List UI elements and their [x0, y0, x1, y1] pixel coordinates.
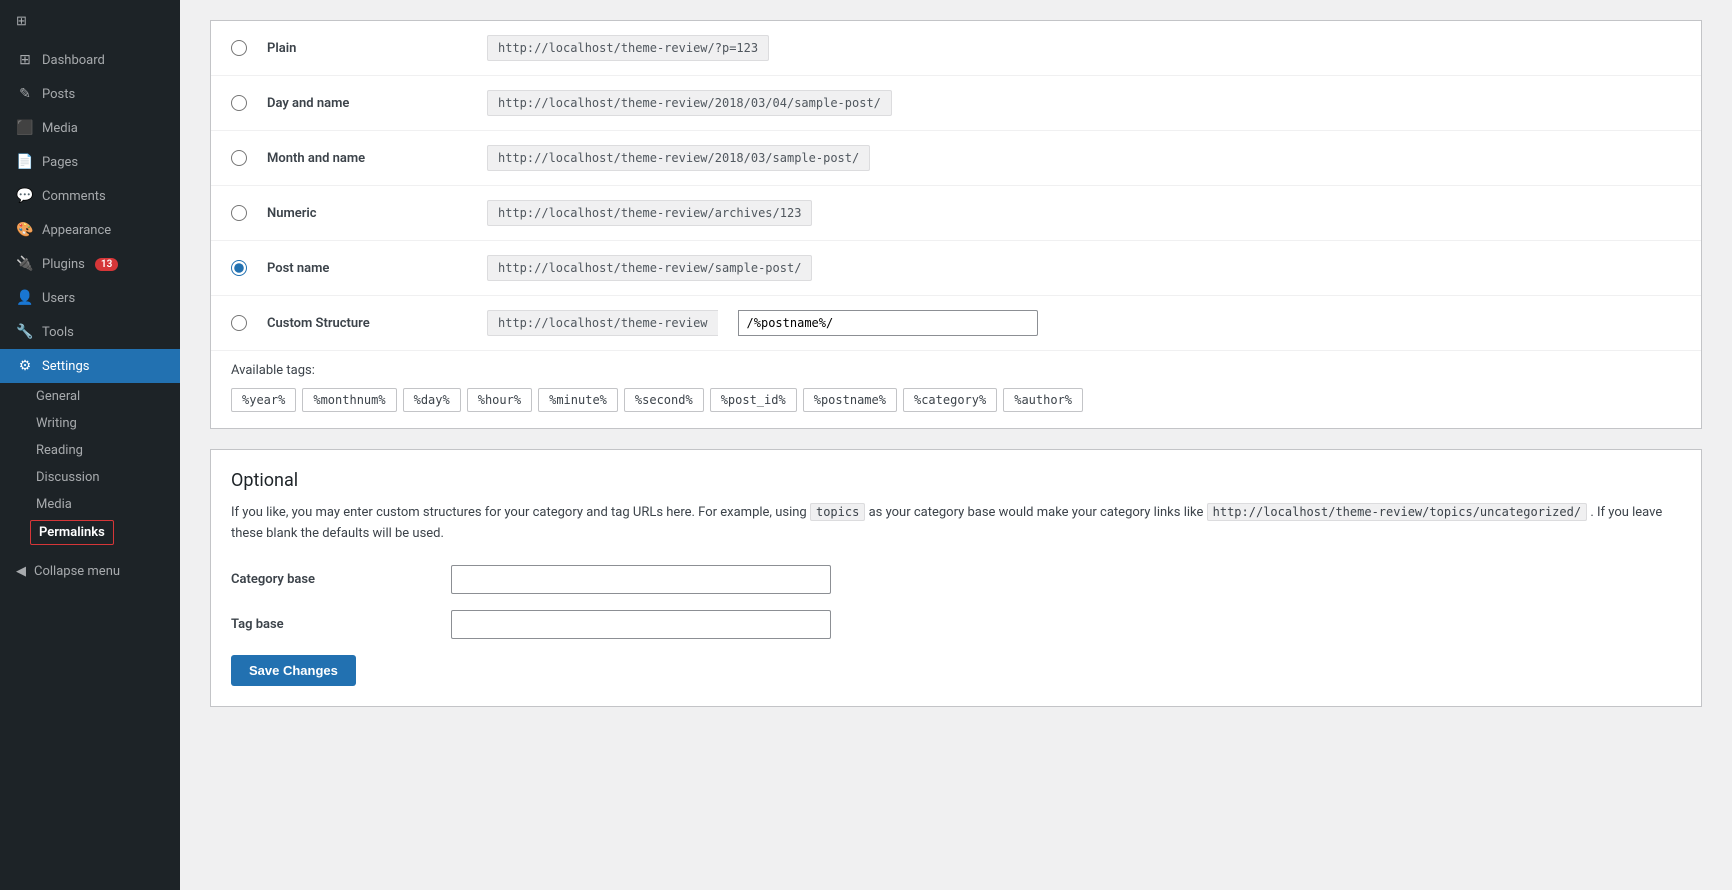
tags-list: %year%%monthnum% %day%%hour%%minute%%seco…	[231, 388, 1681, 412]
tag-base-input[interactable]	[451, 610, 831, 639]
pages-icon: 📄	[16, 154, 34, 170]
permalink-radio-plain[interactable]	[231, 40, 247, 56]
tag-button[interactable]: %category%	[903, 388, 997, 412]
dashboard-icon: ⊞	[16, 52, 34, 68]
permalink-row-plain: Plain http://localhost/theme-review/?p=1…	[211, 21, 1701, 76]
users-icon: 👤	[16, 290, 34, 306]
sidebar-item-label: Comments	[42, 189, 106, 204]
optional-desc-middle: as your category base would make your ca…	[869, 505, 1204, 520]
sidebar-item-label: Posts	[42, 87, 75, 102]
tag-button[interactable]: %minute%	[538, 388, 618, 412]
permalink-label-post-name[interactable]: Post name	[267, 261, 467, 276]
tag-button[interactable]: %post_id%	[710, 388, 797, 412]
settings-icon: ⚙	[16, 358, 34, 374]
sidebar-item-tools[interactable]: 🔧 Tools	[0, 315, 180, 349]
submenu-item-media[interactable]: Media	[0, 491, 180, 518]
collapse-menu-button[interactable]: ◀ Collapse menu	[0, 555, 180, 588]
permalink-row-post-name: Post name http://localhost/theme-review/…	[211, 241, 1701, 296]
posts-icon: ✎	[16, 86, 34, 102]
available-tags-label: Available tags:	[231, 363, 1681, 378]
sidebar-item-users[interactable]: 👤 Users	[0, 281, 180, 315]
sidebar-item-settings[interactable]: ⚙ Settings	[0, 349, 180, 383]
tag-button[interactable]: %second%	[624, 388, 704, 412]
tag-button[interactable]: %monthnum%	[302, 388, 396, 412]
sidebar-item-pages[interactable]: 📄 Pages	[0, 145, 180, 179]
optional-title: Optional	[231, 470, 1681, 491]
sidebar-item-label: Plugins	[42, 257, 85, 272]
sidebar-item-plugins[interactable]: 🔌 Plugins 13	[0, 247, 180, 281]
custom-structure-input[interactable]	[738, 310, 1038, 336]
sidebar-item-comments[interactable]: 💬 Comments	[0, 179, 180, 213]
permalink-url-day-name: http://localhost/theme-review/2018/03/04…	[487, 90, 892, 116]
wp-logo-icon: ⊞	[16, 14, 27, 29]
collapse-menu-label: Collapse menu	[34, 564, 120, 579]
category-base-input[interactable]	[451, 565, 831, 594]
submenu-item-permalinks[interactable]: Permalinks	[30, 520, 114, 545]
permalink-row-month-name: Month and name http://localhost/theme-re…	[211, 131, 1701, 186]
permalink-url-post-name: http://localhost/theme-review/sample-pos…	[487, 255, 812, 281]
submenu-item-general[interactable]: General	[0, 383, 180, 410]
plugins-icon: 🔌	[16, 256, 34, 272]
permalink-radio-post-name[interactable]	[231, 260, 247, 276]
comments-icon: 💬	[16, 188, 34, 204]
appearance-icon: 🎨	[16, 222, 34, 238]
sidebar-item-posts[interactable]: ✎ Posts	[0, 77, 180, 111]
permalink-options-table: Plain http://localhost/theme-review/?p=1…	[210, 20, 1702, 429]
sidebar-item-label: Tools	[42, 325, 74, 340]
sidebar-item-media[interactable]: ⬛ Media	[0, 111, 180, 145]
sidebar-item-label: Settings	[42, 359, 89, 374]
permalink-label-day-name[interactable]: Day and name	[267, 96, 467, 111]
collapse-icon: ◀	[16, 564, 26, 579]
category-base-row: Category base	[231, 565, 1681, 594]
tools-icon: 🔧	[16, 324, 34, 340]
submenu-item-discussion[interactable]: Discussion	[0, 464, 180, 491]
topics-code: topics	[810, 503, 865, 521]
submenu-item-writing[interactable]: Writing	[0, 410, 180, 437]
permalink-label-plain[interactable]: Plain	[267, 41, 467, 56]
sidebar-item-label: Appearance	[42, 223, 111, 238]
tag-button[interactable]: %postname%	[803, 388, 897, 412]
media-icon: ⬛	[16, 120, 34, 136]
category-base-label: Category base	[231, 572, 431, 587]
sidebar-item-label: Dashboard	[42, 53, 105, 68]
tag-button[interactable]: %author%	[1003, 388, 1083, 412]
available-tags-section: Available tags: %year%%monthnum% %day%%ho…	[211, 351, 1701, 428]
save-changes-button[interactable]: Save Changes	[231, 655, 356, 686]
plugins-badge: 13	[95, 258, 118, 271]
settings-submenu: General Writing Reading Discussion Media…	[0, 383, 180, 547]
tag-button[interactable]: %year%	[231, 388, 296, 412]
permalink-url-custom-prefix: http://localhost/theme-review	[487, 310, 718, 336]
permalink-label-custom[interactable]: Custom Structure	[267, 316, 467, 331]
tag-button[interactable]: %day%	[403, 388, 461, 412]
sidebar-logo: ⊞	[0, 0, 180, 43]
permalink-row-day-name: Day and name http://localhost/theme-revi…	[211, 76, 1701, 131]
permalink-url-numeric: http://localhost/theme-review/archives/1…	[487, 200, 812, 226]
permalink-url-plain: http://localhost/theme-review/?p=123	[487, 35, 769, 61]
sidebar-item-dashboard[interactable]: ⊞ Dashboard	[0, 43, 180, 77]
sidebar-item-label: Media	[42, 121, 78, 136]
main-content: Plain http://localhost/theme-review/?p=1…	[180, 0, 1732, 890]
tag-base-label: Tag base	[231, 617, 431, 632]
permalink-url-month-name: http://localhost/theme-review/2018/03/sa…	[487, 145, 870, 171]
permalink-radio-custom[interactable]	[231, 315, 247, 331]
permalink-label-month-name[interactable]: Month and name	[267, 151, 467, 166]
example-url: http://localhost/theme-review/topics/unc…	[1207, 503, 1587, 521]
submenu-item-reading[interactable]: Reading	[0, 437, 180, 464]
permalink-row-custom: Custom Structure http://localhost/theme-…	[211, 296, 1701, 351]
tag-button[interactable]: %hour%	[467, 388, 532, 412]
sidebar-item-label: Pages	[42, 155, 78, 170]
optional-desc-before: If you like, you may enter custom struct…	[231, 505, 807, 520]
optional-section: Optional If you like, you may enter cust…	[210, 449, 1702, 707]
permalink-radio-numeric[interactable]	[231, 205, 247, 221]
tag-base-row: Tag base	[231, 610, 1681, 639]
sidebar-item-appearance[interactable]: 🎨 Appearance	[0, 213, 180, 247]
sidebar: ⊞ ⊞ Dashboard ✎ Posts ⬛ Media 📄 Pages 💬 …	[0, 0, 180, 890]
permalink-radio-day-name[interactable]	[231, 95, 247, 111]
sidebar-item-label: Users	[42, 291, 75, 306]
permalink-row-numeric: Numeric http://localhost/theme-review/ar…	[211, 186, 1701, 241]
optional-description: If you like, you may enter custom struct…	[231, 503, 1681, 545]
permalink-label-numeric[interactable]: Numeric	[267, 206, 467, 221]
permalink-radio-month-name[interactable]	[231, 150, 247, 166]
